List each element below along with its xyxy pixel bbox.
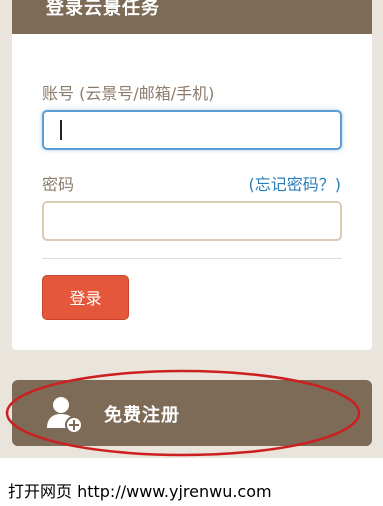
register-label: 免费注册	[104, 405, 180, 426]
add-user-icon	[47, 397, 83, 434]
form-divider	[42, 258, 342, 259]
register-button[interactable]: 免费注册	[12, 380, 372, 446]
password-label: 密码	[42, 175, 75, 194]
login-card: 账号 (云景号/邮箱/手机) 密码 (忘记密码？) 登录	[12, 34, 372, 350]
account-label: 账号 (云景号/邮箱/手机)	[42, 84, 215, 103]
page-title: 登录云景任务	[46, 0, 160, 19]
password-input[interactable]	[42, 201, 342, 241]
login-card-header: 登录云景任务	[12, 0, 372, 34]
login-screen: 登录云景任务 账号 (云景号/邮箱/手机) 密码 (忘记密码？) 登录 免费注册	[0, 0, 383, 458]
forgot-password-link[interactable]: (忘记密码？)	[249, 171, 342, 195]
text-caret	[60, 120, 62, 140]
caption-text: 打开网页 http://www.yjrenwu.com	[8, 482, 272, 501]
account-input[interactable]	[42, 110, 342, 150]
login-button[interactable]: 登录	[42, 275, 129, 320]
